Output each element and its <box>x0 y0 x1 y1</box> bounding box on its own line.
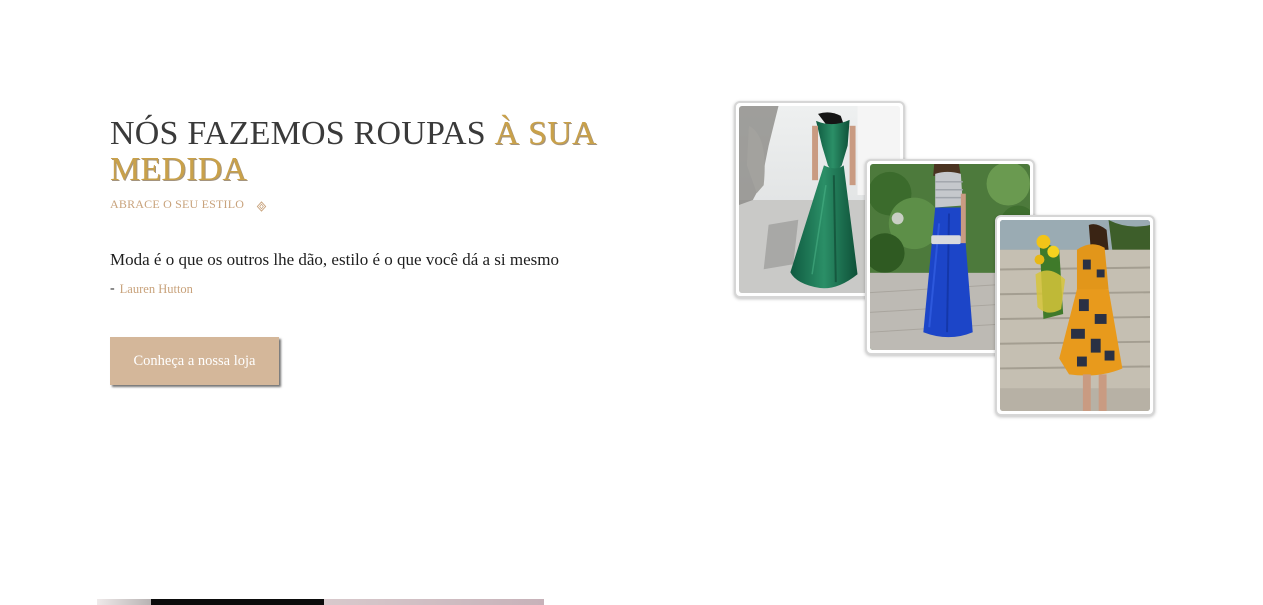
hero-quote: Moda é o que os outros lhe dão, estilo é… <box>110 250 559 269</box>
orange-dress-image <box>1000 220 1150 411</box>
quote-attribution: - Lauren Hutton <box>110 281 193 297</box>
shop-cta-button[interactable]: Conheça a nossa loja <box>110 337 279 385</box>
next-section-banner-edge <box>97 599 544 605</box>
subtitle-row: ABRACE O SEU ESTILO <box>110 197 267 212</box>
banner-segment <box>151 599 324 605</box>
diamond-ornament-icon <box>256 199 267 212</box>
page: NÓS FAZEMOS ROUPAS À SUA MEDIDA ABRACE O… <box>0 0 1263 605</box>
hero-title: NÓS FAZEMOS ROUPAS À SUA MEDIDA <box>110 116 630 188</box>
gallery-photo-orange-dress[interactable] <box>995 215 1155 416</box>
quote-author: Lauren Hutton <box>119 281 193 296</box>
hero-subtitle: ABRACE O SEU ESTILO <box>110 197 245 211</box>
banner-segment <box>97 599 151 605</box>
banner-segment <box>324 599 544 605</box>
hero-title-main: NÓS FAZEMOS ROUPAS <box>110 115 486 152</box>
attribution-dash: - <box>110 281 115 296</box>
